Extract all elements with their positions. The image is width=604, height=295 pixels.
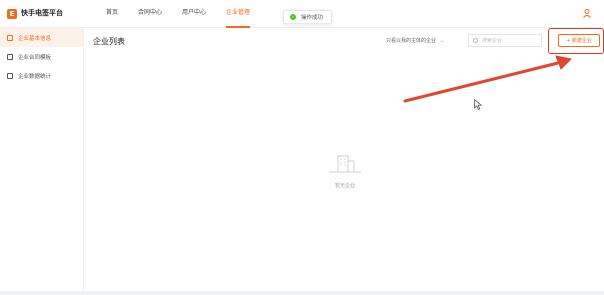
new-enterprise-button[interactable]: + 新建企业 bbox=[558, 34, 600, 47]
page-title: 企业列表 bbox=[93, 37, 125, 46]
sidebar-item-label: 企业合同模板 bbox=[18, 54, 52, 61]
chevron-down-icon: ⌄ bbox=[440, 37, 445, 44]
sidebar-item-label: 企业数据统计 bbox=[18, 73, 52, 80]
main-nav: 首页 合同中心 用户中心 企业管理 bbox=[106, 0, 270, 28]
empty-state: 暂无企业 bbox=[320, 150, 370, 189]
document-icon bbox=[7, 53, 13, 60]
filter-label: 只看以我的主体的企业 bbox=[386, 38, 437, 44]
search-placeholder: 搜索企业 bbox=[482, 38, 503, 44]
mouse-cursor-icon bbox=[474, 99, 482, 110]
toast-text: 操作成功 bbox=[301, 15, 324, 21]
search-input[interactable]: 搜索企业 bbox=[468, 34, 542, 47]
sidebar: 企业基本信息 企业合同模板 企业数据统计 bbox=[0, 28, 84, 291]
search-icon bbox=[473, 38, 478, 43]
enterprise-filter-select[interactable]: 只看以我的主体的企业 ⌄ bbox=[384, 34, 460, 47]
sidebar-item-basic-info[interactable]: 企业基本信息 bbox=[0, 28, 83, 47]
chart-icon bbox=[7, 72, 13, 79]
building-icon bbox=[7, 34, 13, 41]
sidebar-item-statistics[interactable]: 企业数据统计 bbox=[0, 66, 83, 85]
nav-users[interactable]: 用户中心 bbox=[182, 0, 206, 28]
success-toast: ✓ 操作成功 bbox=[283, 10, 333, 24]
sidebar-item-label: 企业基本信息 bbox=[18, 35, 52, 42]
logo-icon: E bbox=[7, 9, 17, 19]
brand-name: 快手电签平台 bbox=[21, 9, 63, 17]
app-window: E 快手电签平台 首页 合同中心 用户中心 企业管理 ✓ 操作成功 企业基本信息… bbox=[0, 0, 604, 291]
bottom-strip bbox=[0, 291, 604, 295]
top-header: E 快手电签平台 首页 合同中心 用户中心 企业管理 ✓ 操作成功 bbox=[0, 0, 604, 28]
empty-text: 暂无企业 bbox=[334, 183, 355, 189]
empty-box-icon bbox=[329, 155, 361, 173]
nav-contracts[interactable]: 合同中心 bbox=[138, 0, 162, 28]
check-circle-icon: ✓ bbox=[290, 14, 296, 20]
nav-home[interactable]: 首页 bbox=[106, 0, 118, 28]
nav-enterprise[interactable]: 企业管理 bbox=[226, 0, 251, 28]
user-icon[interactable] bbox=[583, 9, 591, 18]
sidebar-item-templates[interactable]: 企业合同模板 bbox=[0, 47, 83, 66]
